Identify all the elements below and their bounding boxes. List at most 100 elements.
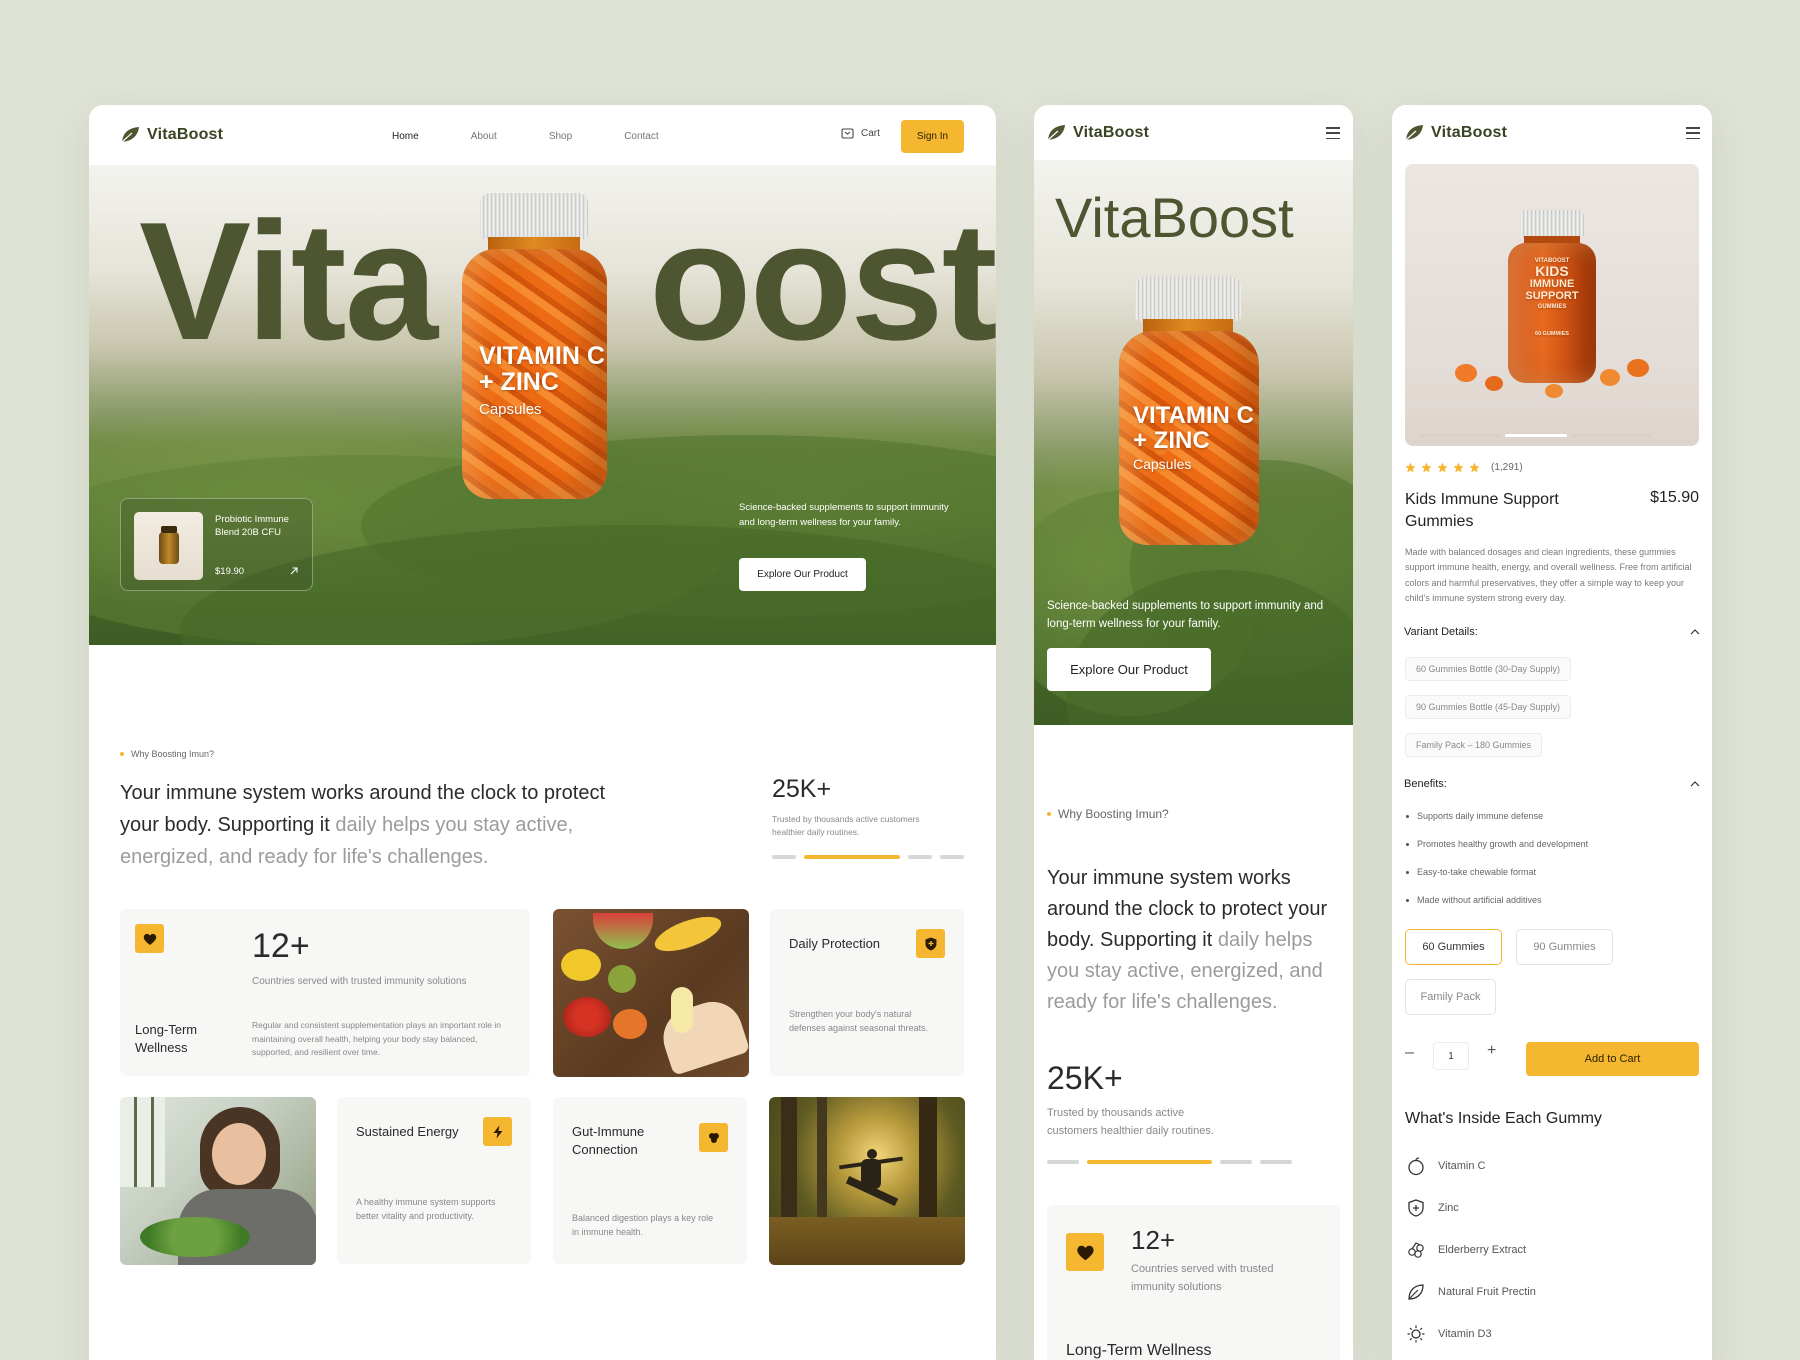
option-60-gummies[interactable]: 60 Gummies [1405, 929, 1502, 965]
woman-eating-salad-photo [120, 1097, 316, 1265]
benefit-text: Easy-to-take chewable format [1417, 867, 1537, 877]
hero-description: Science-backed supplements to support im… [739, 502, 949, 529]
ingredients-heading: What's Inside Each Gummy [1405, 1110, 1602, 1127]
mobile-eyebrow-label: Why Boosting Imun? [1058, 807, 1169, 821]
ingredient-name: Zinc [1438, 1202, 1459, 1214]
review-count: (1,291) [1491, 462, 1523, 473]
product-name: Kids Immune Support Gummies [1405, 491, 1559, 530]
mobile-explore-button[interactable]: Explore Our Product [1047, 648, 1211, 691]
mobile-section-eyebrow: Why Boosting Imun? [1047, 807, 1169, 821]
nav-contact[interactable]: Contact [624, 131, 658, 142]
mobile-tile-value-text: Countries served with trusted immunity s… [1131, 1263, 1274, 1293]
ingredient-zinc: Zinc [1406, 1198, 1459, 1218]
product-description: Made with balanced dosages and clean ing… [1405, 547, 1692, 603]
fruits-photo [553, 909, 749, 1077]
mobile-jar-line3: Capsules [1133, 456, 1192, 473]
main-nav: Home About Shop Contact [392, 131, 659, 142]
eyebrow-dot [120, 752, 124, 756]
variant-family-pack[interactable]: Family Pack – 180 Gummies [1405, 733, 1543, 757]
brand-logo[interactable]: VitaBoost [120, 126, 223, 144]
ingredient-elderberry: Elderberry Extract [1406, 1240, 1526, 1260]
ingredient-name: Natural Fruit Prectin [1438, 1286, 1536, 1298]
ingredient-name: Vitamin C [1438, 1160, 1486, 1172]
ingredient-vitamin-d3: Vitamin D3 [1406, 1324, 1492, 1344]
sign-in-button[interactable]: Sign In [901, 120, 964, 153]
nav-shop[interactable]: Shop [549, 131, 572, 142]
product-detail-card: VitaBoost VITABOOST KIDS IMMUNE SUPPORT … [1392, 105, 1712, 1360]
ingredient-name: Vitamin D3 [1438, 1328, 1492, 1340]
jar-label-line1: VITAMIN C [479, 342, 605, 370]
stat-carousel-indicator[interactable] [772, 855, 964, 859]
option-family-pack[interactable]: Family Pack [1405, 979, 1496, 1015]
kids-jar-line4: GUMMIES [1537, 304, 1567, 311]
product-image-gallery[interactable]: VITABOOST KIDS IMMUNE SUPPORT GUMMIES 60… [1405, 164, 1699, 446]
cart-link[interactable]: Cart [841, 128, 880, 139]
kids-jar-line2: IMMUNE [1529, 277, 1575, 290]
tile-daily-title: Daily Protection [789, 936, 881, 951]
product-rating[interactable]: (1,291) [1405, 462, 1523, 473]
chevron-up-icon[interactable] [1690, 629, 1700, 635]
option-90-gummies[interactable]: 90 Gummies [1516, 929, 1613, 965]
arrow-up-right-icon[interactable] [289, 566, 299, 576]
benefit-text: Supports daily immune defense [1417, 811, 1544, 821]
product-menu-icon[interactable] [1686, 127, 1700, 139]
benefits-header[interactable]: Benefits: [1404, 778, 1700, 790]
gut-icon [699, 1123, 728, 1152]
tile-gut-immune: Gut-Immune Connection Balanced digestion… [553, 1097, 747, 1264]
nav-home[interactable]: Home [392, 131, 419, 142]
ingredient-name: Elderberry Extract [1438, 1244, 1527, 1256]
mobile-hero-headline: VitaBoost [1055, 186, 1294, 249]
leaf-icon [1405, 125, 1423, 141]
tile-wellness-value: 12+ [252, 927, 310, 965]
jar-label-line3: Capsules [479, 400, 542, 418]
mobile-stat-caption: Trusted by thousands active customers he… [1047, 1107, 1214, 1137]
add-to-cart-button[interactable]: Add to Cart [1526, 1042, 1699, 1076]
chevron-up-icon[interactable] [1690, 781, 1700, 787]
ingredient-vitamin-c: Vitamin C [1406, 1156, 1485, 1176]
mobile-landing-card: VitaBoost VitaBoost VITAMIN C + ZINC Cap… [1034, 105, 1353, 1360]
quantity-decrease-button[interactable]: – [1405, 1045, 1414, 1061]
nav-about[interactable]: About [471, 131, 497, 142]
mobile-stat-carousel-indicator[interactable] [1047, 1160, 1292, 1164]
quantity-increase-button[interactable]: + [1487, 1043, 1496, 1059]
hero-headline-right: oost [649, 187, 996, 375]
variant-heading: Variant Details: [1404, 626, 1478, 638]
benefit-item: Made without artificial additives [1406, 895, 1542, 905]
orange-icon [1408, 1157, 1424, 1176]
featured-product-card[interactable]: Probiotic Immune Blend 20B CFU $19.90 [120, 498, 313, 591]
rating-stars [1405, 462, 1480, 473]
leaf-icon [1047, 125, 1065, 141]
desktop-landing-card: VitaBoost Home About Shop Contact Cart S… [89, 105, 996, 1360]
heart-icon [135, 924, 164, 953]
benefit-item: Supports daily immune defense [1406, 811, 1543, 821]
immune-statement: Your immune system works around the cloc… [120, 777, 615, 873]
section-eyebrow: Why Boosting Imun? [120, 749, 214, 759]
berries-icon [1408, 1242, 1424, 1258]
mobile-menu-icon[interactable] [1326, 127, 1340, 139]
tile-gut-title: Gut-Immune Connection [572, 1124, 645, 1158]
product-price: $15.90 [1650, 489, 1699, 506]
product-brand-name: VitaBoost [1431, 124, 1508, 141]
featured-product-name: Probiotic Immune Blend 20B CFU [215, 514, 289, 539]
product-brand-logo[interactable]: VitaBoost [1404, 124, 1507, 142]
mobile-vitamin-jar: VITAMIN C + ZINC Capsules [1119, 277, 1259, 545]
quantity-input[interactable]: 1 [1433, 1042, 1469, 1070]
star-icon [1421, 462, 1432, 473]
kids-jar-line1: KIDS [1535, 263, 1569, 280]
mobile-jar-line2: + ZINC [1133, 427, 1210, 455]
benefit-item: Easy-to-take chewable format [1406, 867, 1536, 877]
benefit-item: Promotes healthy growth and development [1406, 839, 1588, 849]
explore-product-button[interactable]: Explore Our Product [739, 558, 866, 591]
tile-long-term-wellness: 12+ Countries served with trusted immuni… [120, 909, 530, 1076]
mobile-brand-logo[interactable]: VitaBoost [1046, 124, 1149, 142]
mobile-brand-name: VitaBoost [1073, 124, 1150, 141]
gallery-indicator[interactable] [1419, 434, 1651, 437]
variant-details-header[interactable]: Variant Details: [1404, 626, 1700, 638]
ingredient-fruit-pectin: Natural Fruit Prectin [1406, 1282, 1536, 1302]
mobile-stat-value: 25K+ [1047, 1060, 1123, 1096]
variant-60-gummies[interactable]: 60 Gummies Bottle (30-Day Supply) [1405, 657, 1572, 681]
variant-90-gummies[interactable]: 90 Gummies Bottle (45-Day Supply) [1405, 695, 1572, 719]
shield-icon [916, 929, 945, 958]
mobile-immune-statement: Your immune system works around the cloc… [1047, 863, 1342, 1018]
tile-energy-title: Sustained Energy [356, 1124, 459, 1139]
